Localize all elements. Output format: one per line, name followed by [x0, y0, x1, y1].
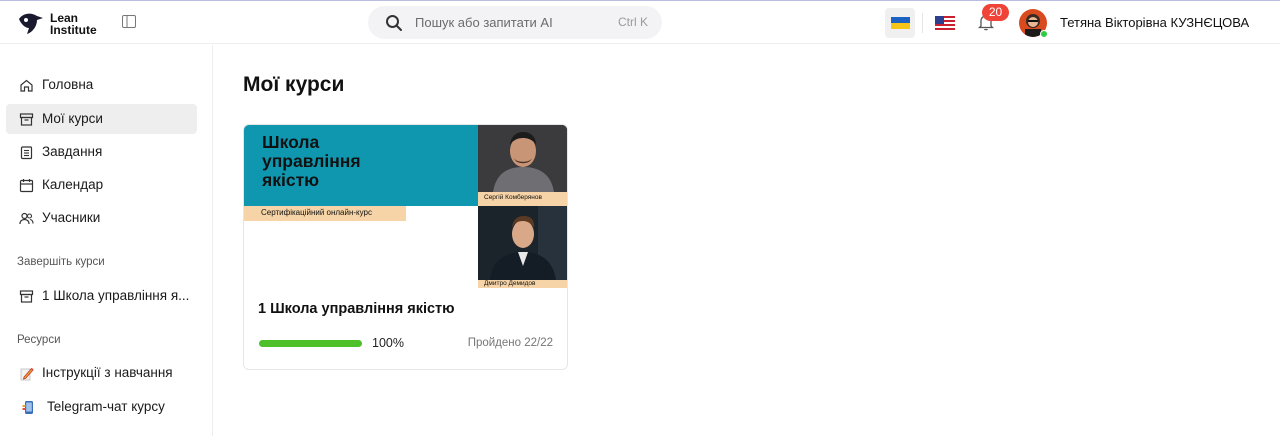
- sidebar-item-label: 1 Школа управління я...: [42, 288, 190, 303]
- sidebar-item-label: Інструкції з навчання: [42, 365, 173, 380]
- speaker-photo-2: [478, 206, 567, 280]
- clipboard-icon: [20, 146, 33, 160]
- sidebar-item-instructions[interactable]: Інструкції з навчання: [6, 358, 197, 388]
- user-name[interactable]: Тетяна Вікторівна КУЗНЄЦОВА: [1060, 15, 1249, 30]
- search-bar[interactable]: Пошук або запитати AI Ctrl K: [368, 6, 662, 39]
- progress-fill: [259, 340, 362, 347]
- sidebar-item-tasks[interactable]: Завдання: [6, 137, 197, 167]
- us-flag-icon: [935, 16, 955, 30]
- sidebar-item-label: Головна: [42, 77, 94, 92]
- home-icon: [20, 79, 33, 92]
- phone-icon: [22, 401, 33, 414]
- archive-icon: [19, 290, 34, 303]
- sidebar: Головна Мої курси Завдання Календар Учас…: [0, 45, 213, 436]
- search-input[interactable]: Пошук або запитати AI: [415, 15, 553, 30]
- sidebar-item-my-courses[interactable]: Мої курси: [6, 104, 197, 134]
- lean-institute-logo[interactable]: Lean Institute: [17, 10, 107, 38]
- speaker-2-name: Дмитро Демидов: [484, 280, 536, 287]
- sidebar-item-home[interactable]: Головна: [6, 70, 197, 100]
- notification-badge[interactable]: 20: [982, 4, 1009, 21]
- uk-flag-icon: [891, 17, 910, 29]
- speaker-photo-1: [478, 125, 567, 192]
- sidebar-item-label: Telegram-чат курсу: [47, 399, 165, 414]
- sidebar-item-participants[interactable]: Учасники: [6, 203, 197, 233]
- language-uk-button[interactable]: [885, 8, 915, 38]
- progress-bar: [259, 340, 362, 347]
- sidebar-item-course-1[interactable]: 1 Школа управління я...: [6, 281, 197, 311]
- page-title: Мої курси: [243, 73, 345, 96]
- online-status-dot: [1040, 30, 1048, 38]
- sidebar-item-calendar[interactable]: Календар: [6, 170, 197, 200]
- logo-icon: [19, 13, 43, 34]
- speaker-1-name: Сергій Комберянов: [484, 194, 542, 201]
- header-divider: [922, 13, 923, 33]
- banner-tag-text: Сертифікаційний онлайн-курс: [261, 208, 373, 217]
- search-shortcut: Ctrl K: [618, 15, 648, 29]
- search-icon: [386, 15, 402, 31]
- sidebar-toggle-icon[interactable]: [122, 15, 136, 28]
- speaker-2-portrait: [478, 206, 567, 280]
- users-icon: [19, 212, 34, 225]
- speaker-1-name-strip: Сергій Комберянов: [478, 192, 567, 206]
- sidebar-item-label: Календар: [42, 177, 104, 192]
- course-card[interactable]: Школа управління якістю Сертифікаційний …: [243, 124, 568, 370]
- pencil-note-icon: [20, 367, 34, 381]
- banner-tag: Сертифікаційний онлайн-курс: [244, 206, 406, 221]
- course-title[interactable]: 1 Школа управління якістю: [258, 301, 455, 317]
- speaker-1-portrait: [478, 125, 567, 192]
- sidebar-item-label: Мої курси: [42, 111, 103, 126]
- finish-courses-heading: Завершіть курси: [17, 256, 105, 268]
- sidebar-item-telegram[interactable]: Telegram-чат курсу: [6, 392, 197, 422]
- language-en-button[interactable]: [930, 8, 960, 38]
- archive-icon: [19, 113, 34, 126]
- sidebar-item-label: Завдання: [42, 144, 103, 159]
- resources-heading: Ресурси: [17, 334, 61, 346]
- completed-count: Пройдено 22/22: [467, 337, 553, 349]
- logo-line2: Institute: [50, 23, 97, 37]
- progress-percent: 100%: [372, 336, 404, 350]
- sidebar-item-label: Учасники: [42, 210, 101, 225]
- top-bar: Lean Institute Пошук або запитати AI Ctr…: [0, 0, 1280, 44]
- speaker-2-name-strip: Дмитро Демидов: [478, 280, 567, 288]
- course-banner: Школа управління якістю Сертифікаційний …: [244, 125, 567, 288]
- banner-title: Школа управління якістю: [262, 132, 361, 190]
- calendar-icon: [19, 179, 34, 193]
